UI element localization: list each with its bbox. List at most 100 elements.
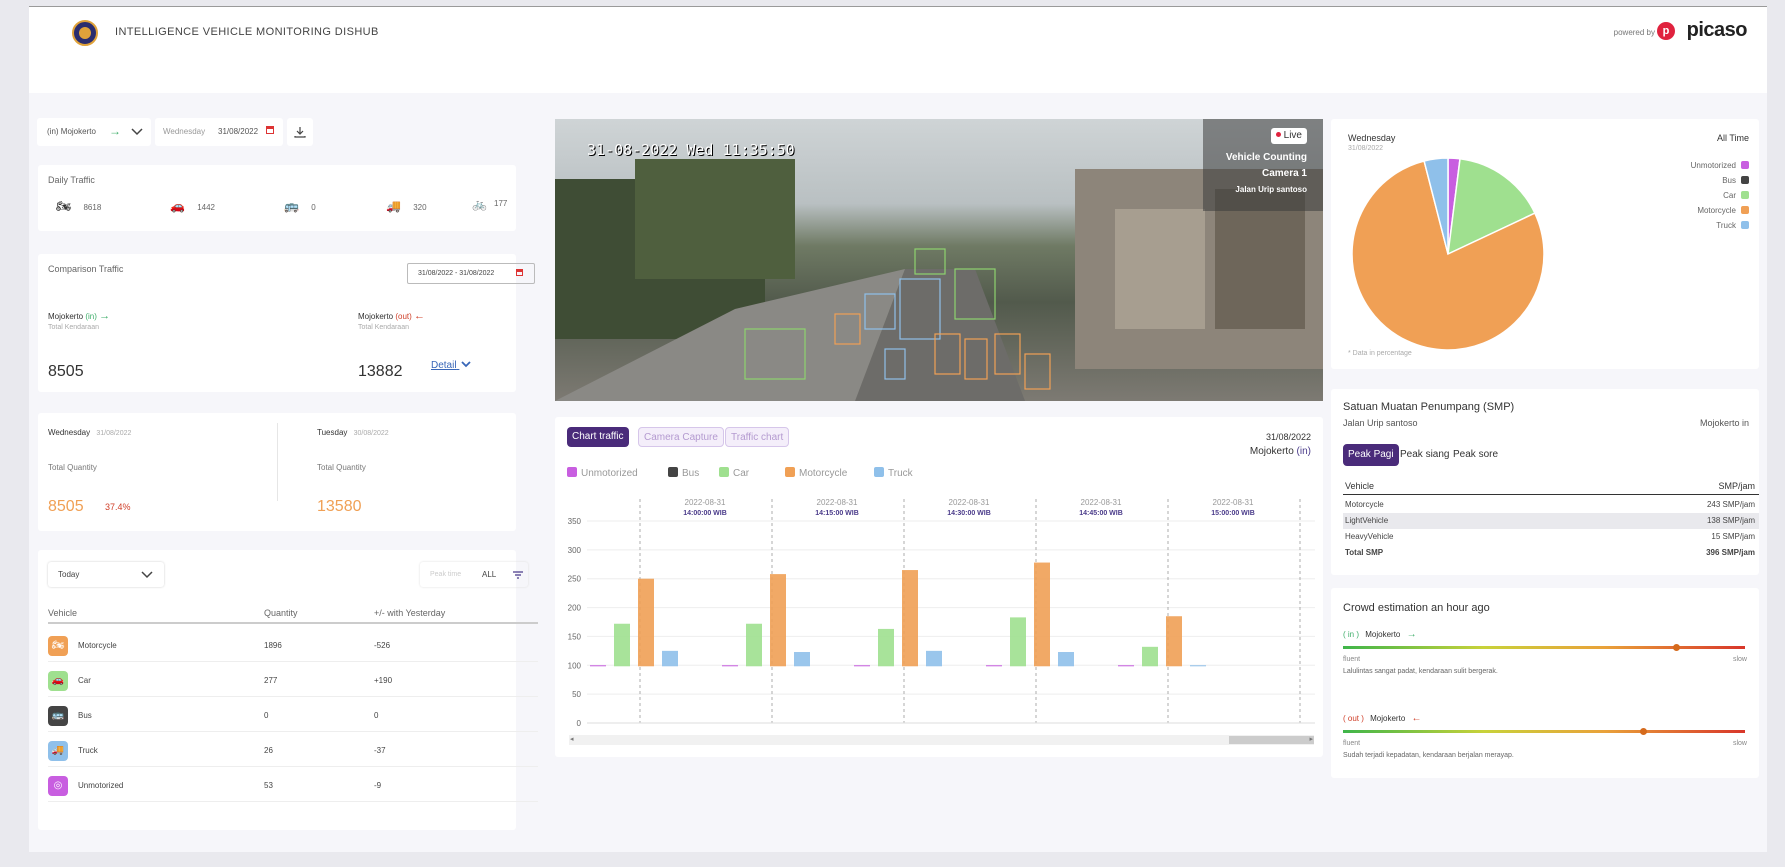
day-compare-right-date: 30/08/2022 (353, 430, 389, 437)
smp-street: Jalan Urip santoso (1343, 418, 1418, 428)
row-quantity: 1896 (264, 641, 282, 650)
smp-row-name: LightVehicle (1345, 516, 1389, 525)
x-tick-date: 2022-08-31 (685, 499, 726, 507)
date-picker-day: Wednesday (163, 127, 206, 136)
legend-swatch (785, 467, 795, 477)
day-compare-right-value: 13580 (317, 498, 362, 515)
row-vehicle-name: Bus (78, 711, 92, 720)
row-vehicle-name: Car (78, 676, 91, 685)
row-quantity: 277 (264, 676, 278, 685)
crowd-out-direction: ( out ) (1343, 714, 1364, 723)
table-row: ◎ Unmotorized 53 -9 (48, 767, 538, 802)
chart-scrollbar[interactable]: ◂ ▸ (569, 735, 1314, 745)
pie-card: Wednesday 31/08/2022 All Time Unmotorize… (1331, 119, 1759, 369)
legend-truck[interactable]: Truck (874, 467, 913, 479)
camera-title: Vehicle Counting (1225, 152, 1307, 163)
peak-time-filter[interactable]: Peak time ALL (420, 562, 528, 587)
table-row: 🚗 Car 277 +190 (48, 662, 538, 697)
smp-table-header: Vehicle SMP/jam (1343, 481, 1759, 495)
legend-bus[interactable]: Bus (668, 467, 699, 479)
daily-item-truck: 🚚 320 (386, 199, 427, 213)
bar-car (878, 628, 894, 667)
pie-legend-label: Truck (1716, 221, 1736, 230)
tab-peak-siang[interactable]: Peak siang (1400, 449, 1449, 460)
row-quantity: 26 (264, 746, 273, 755)
row-delta: -37 (374, 746, 386, 755)
crowd-out-message: Sudah terjadi kepadatan, kendaraan berja… (1343, 752, 1514, 759)
row-quantity: 0 (264, 711, 269, 720)
bar-truck (1058, 652, 1074, 667)
truck-icon: 🚚 (386, 199, 401, 213)
comparison-in-direction: (in) (85, 312, 97, 321)
smp-row-value: 15 SMP/jam (1711, 532, 1755, 541)
smp-title: Satuan Muatan Penumpang (SMP) (1343, 401, 1515, 413)
tab-camera-capture[interactable]: Camera Capture (638, 427, 724, 447)
day-compare-left-pct: 37.4% (105, 502, 131, 512)
crowd-out-location: Mojokerto (1370, 714, 1406, 723)
crowd-in-meter (1343, 644, 1745, 651)
smp-row-value: 243 SMP/jam (1706, 500, 1755, 509)
pie-legend-label: Bus (1722, 176, 1736, 185)
traffic-chart-card: Chart traffic Camera Capture Traffic cha… (555, 417, 1323, 757)
period-select-value: Today (58, 570, 80, 579)
scroll-thumb[interactable] (1229, 736, 1314, 744)
comparison-in-label: Mojokerto (in) → (48, 310, 110, 322)
crowd-in-slow: slow (1732, 656, 1747, 663)
period-select[interactable]: Today (48, 562, 164, 587)
camera-timestamp: 31-08-2022 Wed 11:35:50 (587, 141, 795, 159)
crowd-out-knob (1640, 728, 1648, 735)
bar-unmotorized (986, 665, 1002, 667)
comparison-out-location: Mojokerto (358, 312, 394, 321)
unmotorized-icon: 🚲 (472, 197, 487, 211)
detail-link-label: Detail (431, 360, 457, 371)
legend-label: Unmotorized (581, 468, 638, 479)
pie-legend-label: Motorcycle (1697, 206, 1736, 215)
scroll-right-icon[interactable]: ▸ (1309, 735, 1313, 743)
crowd-title: Crowd estimation an hour ago (1343, 602, 1490, 614)
legend-label: Motorcycle (799, 468, 848, 479)
legend-unmotorized[interactable]: Unmotorized (567, 467, 638, 479)
y-tick-label: 250 (568, 575, 582, 584)
day-compare-left-qty-label: Total Quantity (48, 463, 97, 472)
scroll-left-icon[interactable]: ◂ (570, 735, 574, 743)
tab-peak-sore[interactable]: Peak sore (1453, 449, 1498, 460)
comparison-out-direction: (out) (395, 312, 412, 321)
daily-traffic-card: Daily Traffic 🏍 8618 🚗 1442 🚌 0 🚚 320 🚲 … (38, 165, 516, 231)
camera-overlay: Live Vehicle Counting Camera 1 Jalan Uri… (1203, 119, 1323, 211)
tab-peak-pagi[interactable]: Peak Pagi (1343, 444, 1399, 466)
comparison-out-label: Mojokerto (out) ← (358, 310, 425, 322)
daily-value-unmotorized: 177 (494, 199, 508, 208)
tab-chart-traffic[interactable]: Chart traffic (567, 427, 629, 447)
date-picker[interactable]: Wednesday 31/08/2022 (155, 118, 283, 146)
legend-motorcycle[interactable]: Motorcycle (785, 467, 847, 479)
peak-time-label: Peak time (430, 571, 462, 578)
legend-car[interactable]: Car (719, 467, 749, 479)
crowd-in-fluent: fluent (1343, 656, 1361, 663)
smp-total-label: Total SMP (1345, 548, 1384, 557)
download-button[interactable] (287, 118, 313, 146)
tab-traffic-chart[interactable]: Traffic chart (725, 427, 790, 447)
pie-legend-swatch (1741, 221, 1749, 229)
arrow-left-icon: ← (414, 310, 426, 322)
bar-car (746, 623, 762, 667)
comparison-date-range[interactable]: 31/08/2022 - 31/08/2022 (407, 263, 535, 284)
crowd-in-location: Mojokerto (1365, 630, 1401, 639)
bar-car (1142, 646, 1158, 667)
crowd-out-meter (1343, 728, 1745, 735)
traffic-location: Mojokerto (in) (1250, 446, 1311, 457)
day-compare-right-header: Tuesday 30/08/2022 (317, 428, 389, 437)
daily-item-bus: 🚌 0 (284, 199, 316, 213)
traffic-bar-chart: 0 50 100 150 200 250 300 350 2022-08-31 14:00:00 … (568, 499, 1315, 728)
daily-value-truck: 320 (413, 203, 427, 212)
location-select[interactable]: (in) Mojokerto → (37, 118, 151, 146)
comparison-out-value: 13882 (358, 363, 403, 380)
detail-link[interactable]: Detail (431, 360, 471, 371)
arrow-right-icon: → (99, 310, 111, 322)
y-tick-label: 50 (572, 690, 581, 699)
bus-icon: 🚌 (284, 199, 299, 213)
smp-row-value: 138 SMP/jam (1706, 516, 1755, 525)
camera-feed[interactable]: 31-08-2022 Wed 11:35:50 Live Vehicle Cou… (555, 119, 1323, 401)
dishub-logo (72, 20, 98, 46)
row-quantity: 53 (264, 781, 273, 790)
smp-row: HeavyVehicle 15 SMP/jam (1343, 529, 1759, 545)
